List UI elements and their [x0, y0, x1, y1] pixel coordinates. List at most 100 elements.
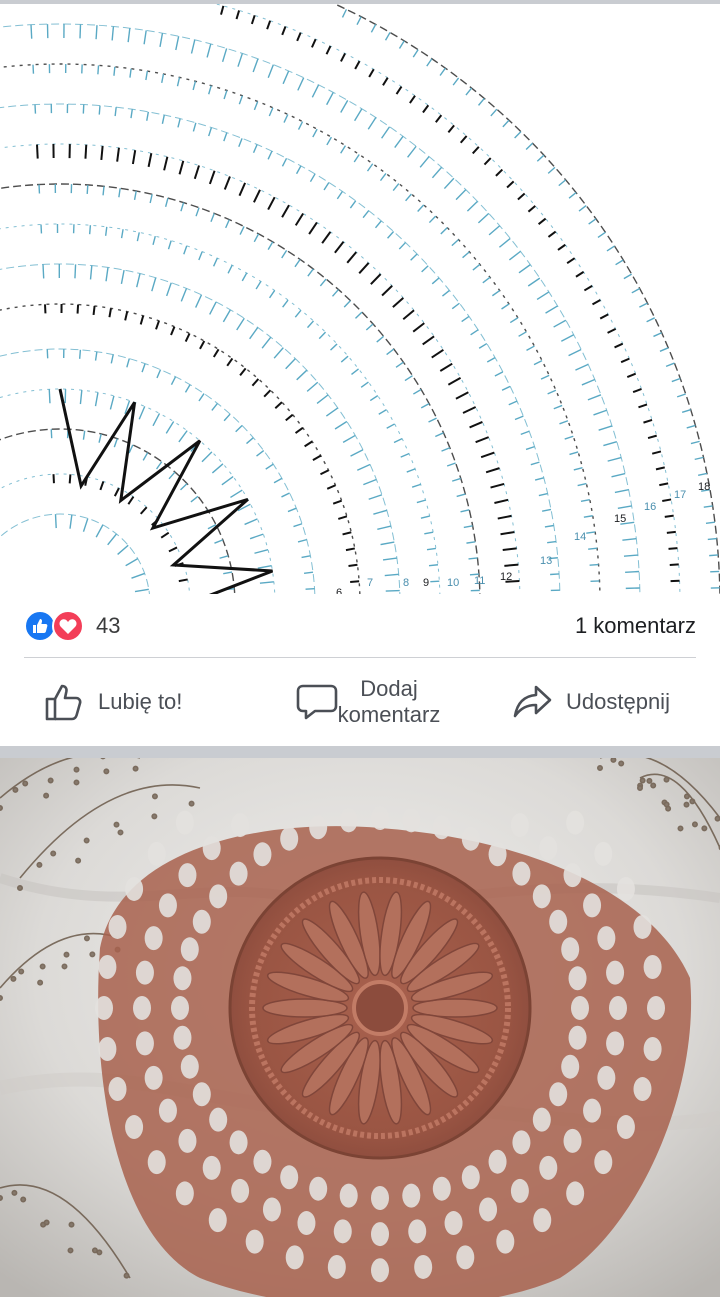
stitch-symbol — [307, 268, 314, 277]
stitch-symbol — [588, 547, 598, 550]
stitch-symbol — [235, 424, 243, 433]
stitch-symbol — [379, 173, 387, 182]
stitch-symbol — [267, 196, 276, 211]
stitch-symbol — [426, 58, 433, 67]
stitch-symbol — [698, 472, 708, 476]
lace-hole — [339, 808, 358, 833]
stitch-symbol — [659, 347, 669, 352]
like-button[interactable]: Lubię to! — [44, 658, 182, 746]
dried-flower-bud — [11, 1189, 18, 1196]
stitch-symbol — [261, 336, 272, 349]
share-button[interactable]: Udostępnij — [512, 658, 670, 746]
stitch-symbol — [405, 193, 412, 202]
lace-hole — [253, 842, 272, 867]
stitch-symbol — [703, 505, 713, 508]
stitch-symbol — [384, 573, 399, 577]
stitch-symbol — [553, 404, 563, 410]
stitch-symbol — [281, 249, 288, 259]
reaction-count[interactable]: 43 — [96, 612, 120, 640]
stitch-symbol — [255, 281, 262, 290]
lace-hole — [209, 884, 228, 909]
stitch-symbol — [441, 447, 451, 452]
dried-flower-bud — [73, 779, 80, 786]
comment-button[interactable]: Dodaj komentarz — [296, 658, 454, 746]
stitch-symbol — [156, 369, 162, 379]
stitch-symbol — [380, 541, 395, 546]
stitch-symbol — [508, 400, 518, 406]
stitch-symbol — [125, 558, 139, 567]
stitch-symbol — [235, 10, 241, 20]
stitch-symbol — [326, 136, 333, 146]
lace-hole — [327, 1254, 346, 1279]
stitch-symbol — [501, 303, 510, 310]
stitch-symbol — [348, 563, 358, 567]
stitch-symbol — [568, 192, 577, 199]
stitch-symbol — [494, 371, 504, 377]
stitch-symbol — [490, 482, 505, 489]
stitch-symbol — [208, 85, 212, 95]
crochet-mandala-photo[interactable] — [0, 758, 720, 1297]
stitch-symbol — [469, 421, 483, 429]
stitch-symbol — [330, 343, 338, 351]
row-number: 13 — [540, 555, 552, 567]
diagram-ring — [0, 473, 191, 594]
stitch-symbol — [377, 525, 392, 530]
reactions-summary[interactable]: 43 1 komentarz — [0, 594, 720, 658]
stitch-symbol — [366, 163, 374, 172]
comment-count[interactable]: 1 komentarz — [575, 612, 696, 640]
stitch-symbol — [368, 494, 383, 500]
stitch-symbol — [192, 81, 197, 91]
stitch-symbol — [349, 200, 357, 209]
crochet-diagram-image[interactable]: 6 7 8 9 10 11 12 13 14 15 16 17 18 — [0, 4, 720, 594]
lace-hole — [568, 1025, 587, 1050]
stitch-symbol — [417, 204, 425, 212]
dried-flower-bud — [0, 1195, 3, 1201]
lace-hole — [549, 909, 568, 934]
stitch-symbol — [195, 207, 200, 217]
lace-hole — [253, 1149, 272, 1174]
lace-hole — [633, 1077, 652, 1102]
stitch-symbol — [221, 475, 234, 486]
lace-hole — [135, 1031, 154, 1056]
stitch-symbol — [249, 327, 259, 340]
stitch-symbol — [297, 121, 304, 130]
stitch-symbol — [138, 406, 146, 420]
stitch-symbol — [626, 372, 637, 378]
stitch-symbol — [472, 263, 481, 271]
lace-hole — [609, 996, 627, 1020]
stitch-symbol — [575, 363, 589, 371]
lace-hole — [461, 1165, 480, 1190]
dried-flower-bud — [117, 829, 124, 836]
share-label: Udostępnij — [566, 689, 670, 714]
stitch-symbol — [431, 277, 440, 285]
stitch-symbol — [256, 450, 265, 457]
stitch-symbol — [369, 395, 379, 402]
lace-hole — [571, 996, 589, 1020]
stitch-symbol — [36, 144, 39, 159]
stitch-symbol — [620, 357, 630, 364]
stitch-symbol — [451, 302, 460, 310]
lace-hole — [147, 841, 166, 866]
stitch-symbol — [370, 24, 377, 33]
stitch-symbol — [177, 118, 181, 128]
reaction-icons — [24, 610, 88, 642]
row-number: 18 — [698, 481, 710, 493]
stitch-symbol — [665, 362, 675, 368]
lace-hole — [549, 1082, 568, 1107]
stitch-symbol — [294, 212, 304, 226]
stitch-symbol — [382, 77, 389, 86]
stitch-symbol — [30, 24, 33, 39]
stitch-symbol — [340, 100, 349, 113]
stitch-symbol — [110, 354, 114, 364]
stitch-symbol — [305, 587, 315, 590]
diagram-ring — [332, 4, 720, 594]
stitch-symbol — [440, 227, 448, 235]
dried-flower-bud — [618, 760, 625, 767]
stitch-symbol — [139, 506, 148, 515]
stitch-symbol — [378, 409, 387, 415]
lace-hole — [616, 1115, 635, 1140]
stitch-symbol — [504, 563, 519, 567]
stitch-symbol — [152, 235, 156, 246]
stitch-symbol — [321, 231, 332, 244]
stitch-symbol — [319, 278, 327, 287]
